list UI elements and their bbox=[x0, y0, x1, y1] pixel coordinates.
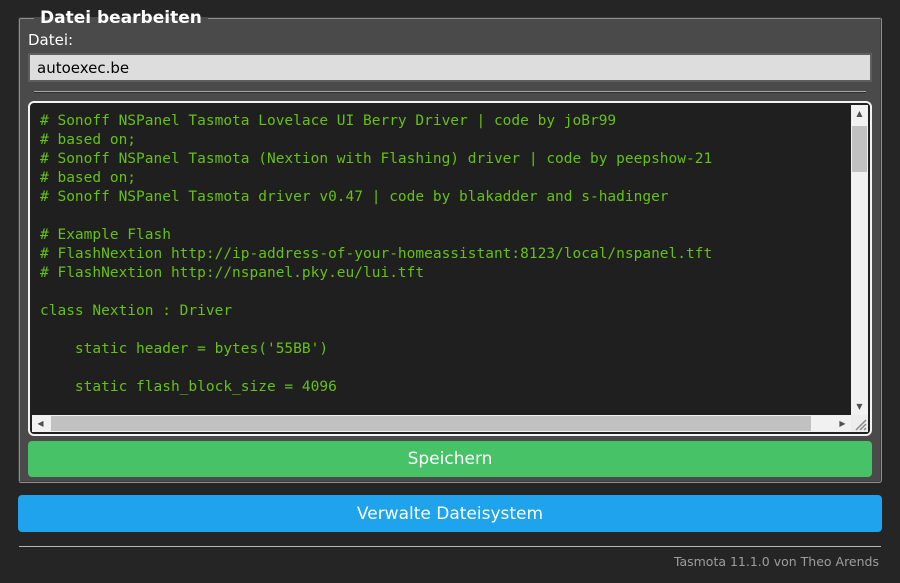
resize-grip-icon bbox=[855, 419, 867, 431]
footer-divider bbox=[19, 546, 881, 547]
scroll-right-button[interactable]: ▶ bbox=[834, 415, 851, 432]
scroll-left-button[interactable]: ◀ bbox=[32, 415, 49, 432]
edit-file-fieldset: Datei bearbeiten Datei: # Sonoff NSPanel… bbox=[18, 8, 882, 483]
file-content-textarea[interactable]: # Sonoff NSPanel Tasmota Lovelace UI Ber… bbox=[28, 101, 872, 436]
edit-file-legend: Datei bearbeiten bbox=[40, 8, 202, 28]
triangle-right-icon: ▶ bbox=[839, 418, 846, 428]
vertical-scrollbar-thumb[interactable] bbox=[852, 126, 867, 172]
scroll-down-button[interactable]: ▼ bbox=[851, 398, 868, 415]
section-divider bbox=[34, 91, 866, 93]
page: Datei bearbeiten Datei: # Sonoff NSPanel… bbox=[18, 8, 882, 569]
file-editor-code: # Sonoff NSPanel Tasmota Lovelace UI Ber… bbox=[40, 113, 713, 395]
footer-text: Tasmota 11.1.0 von Theo Arends bbox=[673, 554, 879, 569]
filename-input[interactable] bbox=[28, 53, 872, 82]
scroll-up-button[interactable]: ▲ bbox=[851, 105, 868, 122]
save-button[interactable]: Speichern bbox=[28, 441, 872, 477]
horizontal-scrollbar-thumb[interactable] bbox=[51, 416, 811, 431]
triangle-left-icon: ◀ bbox=[37, 418, 44, 428]
triangle-down-icon: ▼ bbox=[856, 401, 863, 411]
footer: Tasmota 11.1.0 von Theo Arends bbox=[18, 546, 882, 569]
manage-filesystem-button[interactable]: Verwalte Dateisystem bbox=[18, 495, 882, 532]
file-label: Datei: bbox=[28, 31, 74, 49]
triangle-up-icon: ▲ bbox=[856, 108, 863, 118]
horizontal-scrollbar[interactable]: ◀ ▶ bbox=[32, 415, 851, 432]
vertical-scrollbar[interactable]: ▲ ▼ bbox=[851, 105, 868, 415]
textarea-resize-handle[interactable] bbox=[851, 415, 868, 432]
